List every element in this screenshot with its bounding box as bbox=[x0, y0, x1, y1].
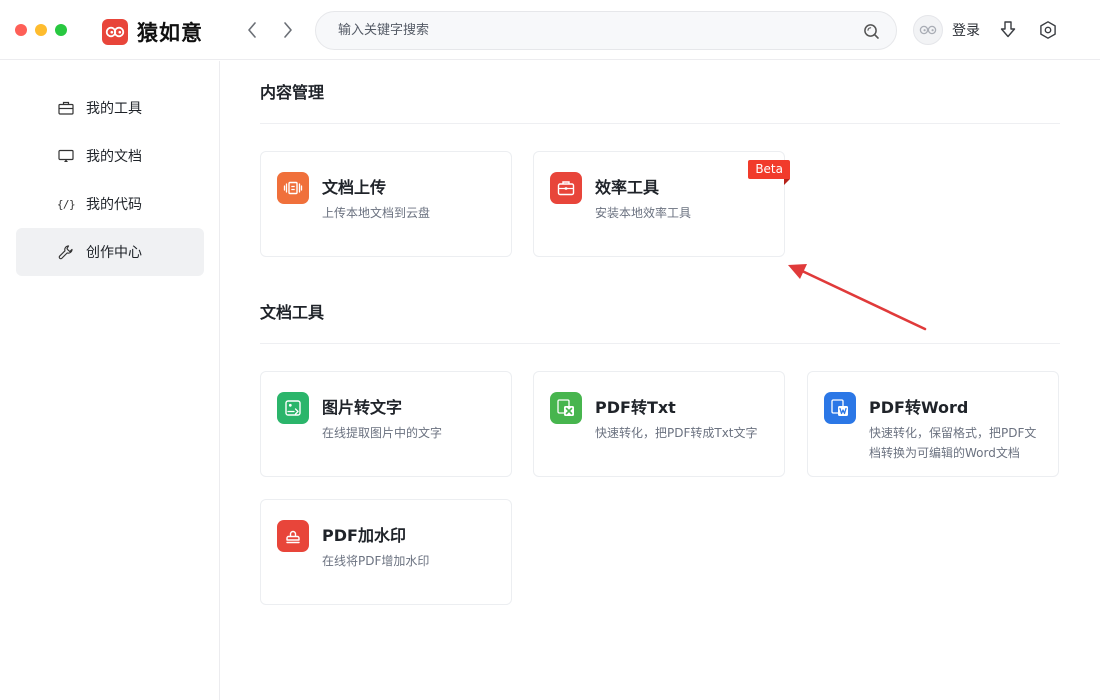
window-controls bbox=[15, 24, 67, 36]
search-input[interactable] bbox=[338, 12, 858, 49]
briefcase-icon bbox=[550, 172, 582, 204]
sidebar-item-label: 我的文档 bbox=[86, 149, 142, 165]
download-icon bbox=[1000, 21, 1016, 38]
chevron-left-icon bbox=[248, 22, 256, 38]
settings-button[interactable] bbox=[1037, 19, 1059, 41]
stamp-icon bbox=[277, 520, 309, 552]
sidebar-item-label: 我的工具 bbox=[86, 101, 142, 117]
login-label: 登录 bbox=[952, 23, 980, 39]
logo-icon bbox=[102, 19, 128, 45]
beta-badge: Beta bbox=[748, 160, 790, 185]
card-doc-upload[interactable]: 文档上传 上传本地文档到云盘 bbox=[260, 151, 512, 257]
image-to-text-icon bbox=[277, 392, 309, 424]
forward-button[interactable] bbox=[276, 18, 300, 42]
close-window-button[interactable] bbox=[15, 24, 27, 36]
toolbox-icon bbox=[58, 100, 74, 116]
avatar-glasses-icon bbox=[919, 25, 937, 35]
sidebar: 我的工具 我的文档 {/} 我的代码 创作中心 bbox=[0, 61, 220, 700]
title-bar: 猿如意 输入关键字搜索 登录 bbox=[0, 0, 1100, 60]
card-title: 图片转文字 bbox=[322, 398, 403, 417]
card-description: 快速转化，把PDF转成Txt文字 bbox=[595, 426, 758, 440]
sidebar-item-label: 创作中心 bbox=[86, 245, 142, 261]
sidebar-item-creation-center[interactable]: 创作中心 bbox=[16, 228, 204, 276]
card-pdf-to-word[interactable]: PDF转Word 快速转化，保留格式，把PDF文档转换为可编辑的Word文档 bbox=[807, 371, 1059, 477]
card-description: 上传本地文档到云盘 bbox=[322, 206, 431, 220]
wrench-icon bbox=[58, 244, 74, 260]
back-button[interactable] bbox=[240, 18, 264, 42]
app-window: 猿如意 输入关键字搜索 登录 我的工具 我的文档 {/} 我的代码 创作中心 内… bbox=[0, 0, 1100, 700]
card-title: PDF转Txt bbox=[595, 398, 676, 417]
card-description: 快速转化，保留格式，把PDF文档转换为可编辑的Word文档 bbox=[869, 426, 1037, 460]
download-button[interactable] bbox=[997, 19, 1019, 41]
settings-icon bbox=[1040, 21, 1056, 39]
app-name: 猿如意 bbox=[137, 21, 203, 45]
search-icon[interactable] bbox=[862, 22, 880, 40]
divider bbox=[260, 343, 1060, 344]
card-title: PDF加水印 bbox=[322, 526, 406, 545]
app-logo: 猿如意 bbox=[102, 17, 203, 47]
main-content: 内容管理 文档上传 上传本地文档到云盘 效率工具 安装本地效率工具 Beta 文… bbox=[221, 61, 1100, 700]
section-title-doc-tools: 文档工具 bbox=[260, 303, 325, 322]
card-efficiency-tools[interactable]: 效率工具 安装本地效率工具 Beta bbox=[533, 151, 790, 257]
minimize-window-button[interactable] bbox=[35, 24, 47, 36]
card-title: 效率工具 bbox=[595, 178, 660, 197]
avatar bbox=[913, 15, 943, 45]
sidebar-item-label: 我的代码 bbox=[86, 197, 142, 213]
card-description: 在线将PDF增加水印 bbox=[322, 554, 430, 568]
card-title: PDF转Word bbox=[869, 398, 969, 417]
card-description: 在线提取图片中的文字 bbox=[322, 426, 443, 440]
divider bbox=[260, 123, 1060, 124]
sidebar-item-my-docs[interactable]: 我的文档 bbox=[16, 132, 204, 180]
search-box bbox=[315, 11, 897, 50]
card-pdf-watermark[interactable]: PDF加水印 在线将PDF增加水印 bbox=[260, 499, 512, 605]
code-icon: {/} bbox=[56, 197, 76, 211]
login-button[interactable]: 登录 bbox=[913, 15, 980, 45]
section-title-content-management: 内容管理 bbox=[260, 83, 325, 102]
chevron-right-icon bbox=[284, 22, 292, 38]
upload-doc-icon bbox=[277, 172, 309, 204]
sidebar-item-my-code[interactable]: {/} 我的代码 bbox=[16, 180, 204, 228]
sidebar-item-my-tools[interactable]: 我的工具 bbox=[16, 84, 204, 132]
excel-x-icon bbox=[550, 392, 582, 424]
card-title: 文档上传 bbox=[322, 178, 387, 197]
card-image-to-text[interactable]: 图片转文字 在线提取图片中的文字 bbox=[260, 371, 512, 477]
card-description: 安装本地效率工具 bbox=[595, 206, 692, 220]
card-pdf-to-txt[interactable]: PDF转Txt 快速转化，把PDF转成Txt文字 bbox=[533, 371, 785, 477]
maximize-window-button[interactable] bbox=[55, 24, 67, 36]
word-w-icon bbox=[824, 392, 856, 424]
monitor-icon bbox=[58, 148, 74, 164]
